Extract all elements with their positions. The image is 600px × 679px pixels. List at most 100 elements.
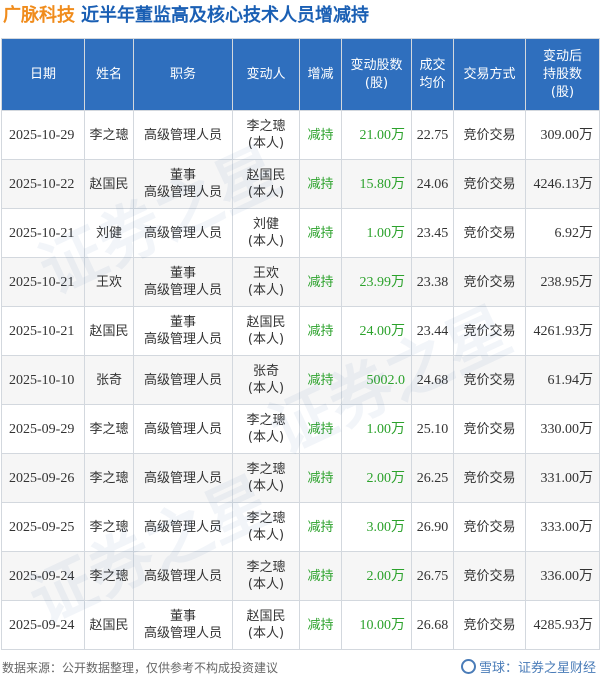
table-row: 2025-10-21 刘健 高级管理人员 刘健 (本人) 减持 1.00万 23.45 竞价交… xyxy=(1,208,600,258)
name-cell: 李之璁 xyxy=(84,404,134,454)
changer-cell: 王欢 (本人) xyxy=(232,257,300,307)
trade-method-cell: 竞价交易 xyxy=(453,110,526,160)
avg-price-cell: 24.06 xyxy=(411,159,454,209)
changer-cell: 李之璁 (本人) xyxy=(232,453,300,503)
shares-change-cell: 23.99万 xyxy=(341,257,412,307)
name-cell: 刘健 xyxy=(84,208,134,258)
role-cell: 董事 高级管理人员 xyxy=(133,600,233,650)
shares-after-cell: 330.00万 xyxy=(525,404,600,454)
direction-cell: 减持 xyxy=(299,306,342,356)
role-cell: 高级管理人员 xyxy=(133,110,233,160)
shares-change-cell: 2.00万 xyxy=(341,453,412,503)
table-row: 2025-09-24 赵国民 董事 高级管理人员 赵国民 (本人) 减持 10.00万 26… xyxy=(1,600,600,650)
changer-cell: 李之璁 (本人) xyxy=(232,404,300,454)
table-row: 2025-09-29 李之璁 高级管理人员 李之璁 (本人) 减持 1.00万 25.10 竞… xyxy=(1,404,600,454)
direction-cell: 减持 xyxy=(299,404,342,454)
shares-after-cell: 6.92万 xyxy=(525,208,600,258)
shares-change-cell: 3.00万 xyxy=(341,502,412,552)
avg-price-cell: 22.75 xyxy=(411,110,454,160)
shares-after-cell: 333.00万 xyxy=(525,502,600,552)
changer-cell: 刘健 (本人) xyxy=(232,208,300,258)
shares-after-cell: 61.94万 xyxy=(525,355,600,405)
avg-price-cell: 25.10 xyxy=(411,404,454,454)
table-body: 2025-10-29 李之璁 高级管理人员 李之璁 (本人) 减持 21.00万 22.75… xyxy=(1,110,600,650)
role-cell: 董事 高级管理人员 xyxy=(133,306,233,356)
snowball-logo-icon xyxy=(460,658,476,674)
shares-after-cell: 4285.93万 xyxy=(525,600,600,650)
direction-cell: 减持 xyxy=(299,502,342,552)
shares-change-cell: 10.00万 xyxy=(341,600,412,650)
table-row: 2025-10-21 赵国民 董事 高级管理人员 赵国民 (本人) 减持 24.00万 23… xyxy=(1,306,600,356)
date-cell: 2025-10-22 xyxy=(1,159,85,209)
avg-price-cell: 24.68 xyxy=(411,355,454,405)
name-cell: 赵国民 xyxy=(84,306,134,356)
name-cell: 赵国民 xyxy=(84,159,134,209)
direction-cell: 减持 xyxy=(299,110,342,160)
name-cell: 王欢 xyxy=(84,257,134,307)
holdings-change-table: 日期 姓名 职务 变动人 增减 变动股数 (股) 成交 均价 交易方式 变动后 持股数 (股) … xyxy=(1,38,600,650)
name-cell: 李之璁 xyxy=(84,502,134,552)
column-header: 成交 均价 xyxy=(411,38,454,111)
trade-method-cell: 竞价交易 xyxy=(453,600,526,650)
trade-method-cell: 竞价交易 xyxy=(453,208,526,258)
shares-change-cell: 2.00万 xyxy=(341,551,412,601)
name-cell: 张奇 xyxy=(84,355,134,405)
date-cell: 2025-10-21 xyxy=(1,208,85,258)
column-header: 职务 xyxy=(133,38,233,111)
table-row: 2025-09-25 李之璁 高级管理人员 李之璁 (本人) 减持 3.00万 26.90 竞… xyxy=(1,502,600,552)
trade-method-cell: 竞价交易 xyxy=(453,257,526,307)
direction-cell: 减持 xyxy=(299,551,342,601)
date-cell: 2025-09-24 xyxy=(1,551,85,601)
avg-price-cell: 26.90 xyxy=(411,502,454,552)
table-row: 2025-10-21 王欢 董事 高级管理人员 王欢 (本人) 减持 23.99万 23.3… xyxy=(1,257,600,307)
trade-method-cell: 竞价交易 xyxy=(453,502,526,552)
direction-cell: 减持 xyxy=(299,257,342,307)
changer-cell: 赵国民 (本人) xyxy=(232,600,300,650)
name-cell: 赵国民 xyxy=(84,600,134,650)
table-header-row: 日期 姓名 职务 变动人 增减 变动股数 (股) 成交 均价 交易方式 变动后 持股数 (股) xyxy=(1,38,600,111)
name-cell: 李之璁 xyxy=(84,110,134,160)
avg-price-cell: 23.45 xyxy=(411,208,454,258)
avg-price-cell: 26.68 xyxy=(411,600,454,650)
table-row: 2025-10-10 张奇 高级管理人员 张奇 (本人) 减持 5002.0 24.68 竞价… xyxy=(1,355,600,405)
direction-cell: 减持 xyxy=(299,600,342,650)
name-cell: 李之璁 xyxy=(84,551,134,601)
direction-cell: 减持 xyxy=(299,355,342,405)
shares-after-cell: 4261.93万 xyxy=(525,306,600,356)
shares-after-cell: 4246.13万 xyxy=(525,159,600,209)
table-row: 2025-10-22 赵国民 董事 高级管理人员 赵国民 (本人) 减持 15.80万 24… xyxy=(1,159,600,209)
shares-change-cell: 15.80万 xyxy=(341,159,412,209)
avg-price-cell: 26.25 xyxy=(411,453,454,503)
date-cell: 2025-09-29 xyxy=(1,404,85,454)
changer-cell: 李之璁 (本人) xyxy=(232,502,300,552)
direction-cell: 减持 xyxy=(299,453,342,503)
company-name: 广脉科技 xyxy=(3,5,75,26)
changer-cell: 李之璁 (本人) xyxy=(232,551,300,601)
column-header: 交易方式 xyxy=(453,38,526,111)
column-header: 变动人 xyxy=(232,38,300,111)
page-title: 广脉科技 近半年董监高及核心技术人员增减持 xyxy=(3,5,597,31)
direction-cell: 减持 xyxy=(299,208,342,258)
trade-method-cell: 竞价交易 xyxy=(453,159,526,209)
table-row: 2025-09-24 李之璁 高级管理人员 李之璁 (本人) 减持 2.00万 26.75 竞… xyxy=(1,551,600,601)
table-row: 2025-10-29 李之璁 高级管理人员 李之璁 (本人) 减持 21.00万 22.75… xyxy=(1,110,600,160)
table-row: 2025-09-26 李之璁 高级管理人员 李之璁 (本人) 减持 2.00万 26.25 竞… xyxy=(1,453,600,503)
date-cell: 2025-09-25 xyxy=(1,502,85,552)
shares-change-cell: 24.00万 xyxy=(341,306,412,356)
column-header: 增减 xyxy=(299,38,342,111)
table-title: 近半年董监高及核心技术人员增减持 xyxy=(81,5,369,26)
trade-method-cell: 竞价交易 xyxy=(453,453,526,503)
name-cell: 李之璁 xyxy=(84,453,134,503)
date-cell: 2025-10-10 xyxy=(1,355,85,405)
column-header: 变动股数 (股) xyxy=(341,38,412,111)
role-cell: 高级管理人员 xyxy=(133,355,233,405)
date-cell: 2025-09-24 xyxy=(1,600,85,650)
date-cell: 2025-10-29 xyxy=(1,110,85,160)
shares-change-cell: 1.00万 xyxy=(341,208,412,258)
trade-method-cell: 竞价交易 xyxy=(453,355,526,405)
date-cell: 2025-09-26 xyxy=(1,453,85,503)
avg-price-cell: 23.44 xyxy=(411,306,454,356)
changer-cell: 赵国民 (本人) xyxy=(232,306,300,356)
column-header: 变动后 持股数 (股) xyxy=(525,38,600,111)
date-cell: 2025-10-21 xyxy=(1,306,85,356)
